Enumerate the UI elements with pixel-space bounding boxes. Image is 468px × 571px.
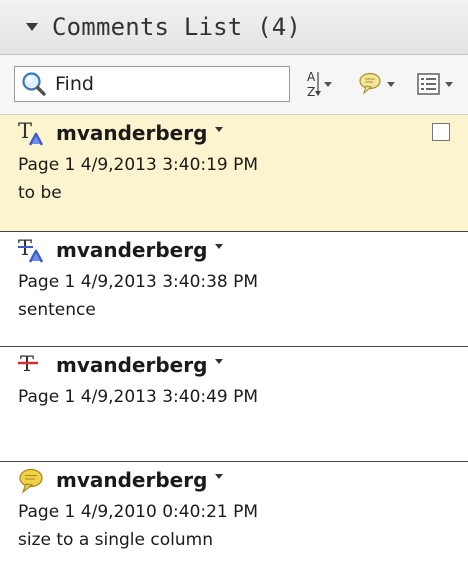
find-box[interactable] bbox=[14, 66, 290, 102]
comment-item[interactable]: T mvanderberg Page 1 4/9,2013 3:40:49 PM bbox=[0, 347, 468, 462]
comment-item[interactable]: mvanderberg Page 1 4/9,2010 0:40:21 PM s… bbox=[0, 462, 468, 571]
strikethrough-icon: T bbox=[18, 352, 38, 376]
comments-panel: Comments List (4) A Z bbox=[0, 0, 468, 571]
text-insert-icon: T bbox=[18, 119, 44, 146]
comment-text: sentence bbox=[18, 300, 96, 320]
comments-list: T mvanderberg Page 1 4/9,2013 3:40:19 PM… bbox=[0, 115, 468, 571]
comment-author[interactable]: mvanderberg bbox=[56, 121, 207, 145]
comment-author[interactable]: mvanderberg bbox=[56, 353, 207, 377]
svg-text:Z: Z bbox=[307, 85, 315, 99]
chevron-down-icon bbox=[387, 81, 395, 87]
chevron-down-icon[interactable] bbox=[215, 126, 224, 132]
filter-comments-button[interactable] bbox=[358, 67, 395, 101]
svg-text:T: T bbox=[18, 119, 32, 143]
search-icon bbox=[22, 72, 46, 96]
chevron-down-icon[interactable] bbox=[215, 243, 224, 249]
comment-filter-icon bbox=[359, 72, 381, 95]
comment-text: to be bbox=[18, 183, 62, 203]
comments-list-header[interactable]: Comments List (4) bbox=[0, 0, 468, 55]
comment-meta: Page 1 4/9,2013 3:40:49 PM bbox=[18, 387, 259, 407]
options-button[interactable] bbox=[416, 67, 453, 101]
sort-button[interactable]: A Z bbox=[305, 67, 332, 101]
comment-item[interactable]: T mvanderberg Page 1 4/9,2013 3:40:19 PM… bbox=[0, 115, 468, 232]
comment-meta: Page 1 4/9,2010 0:40:21 PM bbox=[18, 502, 259, 522]
sort-az-icon: A Z bbox=[307, 70, 321, 99]
comment-author[interactable]: mvanderberg bbox=[56, 238, 207, 262]
comment-meta: Page 1 4/9,2013 3:40:19 PM bbox=[18, 155, 259, 175]
comments-list-title: Comments List (4) bbox=[52, 13, 302, 41]
comment-meta: Page 1 4/9,2013 3:40:38 PM bbox=[18, 272, 259, 292]
collapse-triangle-icon[interactable] bbox=[26, 23, 38, 31]
chevron-down-icon bbox=[324, 81, 332, 87]
comment-text bbox=[18, 411, 468, 439]
chevron-down-icon[interactable] bbox=[215, 473, 224, 479]
chevron-down-icon[interactable] bbox=[215, 358, 224, 364]
svg-text:A: A bbox=[307, 70, 316, 84]
comments-toolbar: A Z bbox=[0, 55, 468, 115]
sticky-note-icon bbox=[19, 468, 43, 494]
comment-item[interactable]: T mvanderberg Page 1 4/9,2013 3:40:38 PM… bbox=[0, 232, 468, 347]
chevron-down-icon bbox=[445, 81, 453, 87]
comment-author[interactable]: mvanderberg bbox=[56, 468, 207, 492]
list-options-icon bbox=[417, 73, 440, 95]
comment-checkbox[interactable] bbox=[432, 123, 450, 141]
find-input[interactable] bbox=[55, 73, 275, 95]
text-replace-icon: T bbox=[18, 236, 44, 263]
comment-text: size to a single column bbox=[18, 530, 213, 550]
